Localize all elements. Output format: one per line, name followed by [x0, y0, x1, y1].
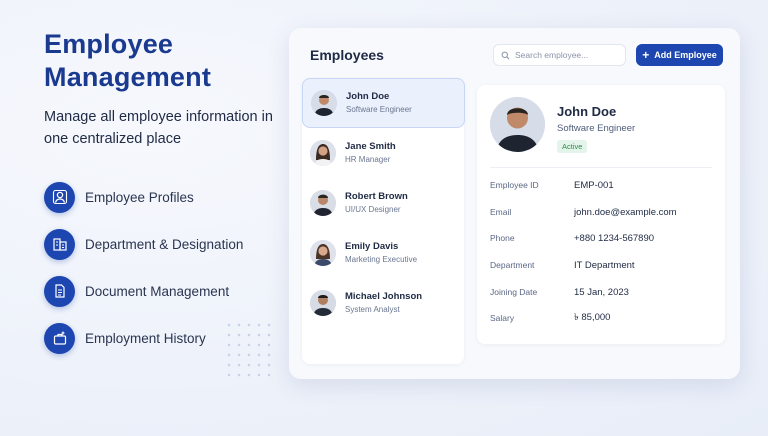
document-icon [44, 275, 75, 307]
employee-name: Robert Brown [345, 191, 408, 202]
field-label: Salary [490, 313, 515, 323]
employee-name: Jane Smith [345, 141, 396, 152]
employee-list-item[interactable]: John Doe Software Engineer [302, 78, 465, 128]
status-badge: Active [557, 140, 588, 153]
feature-employment-history: Employment History [44, 322, 243, 354]
field-label: Employee ID [490, 180, 539, 190]
plus-icon: + [642, 48, 650, 62]
avatar [310, 190, 336, 216]
field-value: ৳ 85,000 [574, 311, 611, 323]
feature-label: Employment History [85, 330, 206, 346]
feature-label: Employee Profiles [85, 189, 194, 205]
field-value: EMP-001 [574, 179, 614, 191]
divider [490, 167, 712, 168]
search-placeholder: Search employee... [515, 50, 589, 60]
hero-section: Employee Management Manage all employee … [44, 28, 284, 150]
field-label: Department [490, 260, 535, 270]
feature-label: Department & Designation [85, 236, 244, 252]
panel-title: Employees [310, 47, 384, 63]
search-input[interactable]: Search employee... [493, 44, 626, 66]
field-department: Department IT Department [490, 258, 635, 272]
avatar [310, 290, 336, 316]
employee-list-item[interactable]: Jane Smith HR Manager [302, 128, 464, 178]
avatar [490, 97, 545, 152]
employee-list-item[interactable]: Robert Brown UI/UX Designer [302, 178, 464, 228]
field-value: IT Department [574, 259, 635, 271]
field-label: Phone [490, 233, 515, 243]
org-chart-icon [44, 228, 75, 260]
field-salary: Salary ৳ 85,000 [490, 311, 610, 325]
feature-employee-profiles: Employee Profiles [44, 181, 243, 213]
employee-list-item[interactable]: Michael Johnson System Analyst [302, 278, 464, 328]
employee-list: John Doe Software Engineer Jane Smith HR… [302, 78, 465, 364]
field-label: Joining Date [490, 287, 538, 297]
feature-label: Document Management [85, 283, 230, 299]
feature-document-management: Document Management [44, 275, 243, 307]
feature-department-designation: Department & Designation [44, 228, 243, 260]
employee-role: UI/UX Designer [345, 205, 401, 214]
employees-panel: Employees Search employee... + Add Emplo… [289, 28, 740, 379]
hero-title: Employee Management [44, 29, 212, 92]
employee-name: Emily Davis [345, 241, 399, 252]
employee-role: System Analyst [345, 305, 400, 314]
detail-name: John Doe [557, 104, 617, 119]
field-value: +880 1234-567890 [574, 232, 655, 244]
employee-role: HR Manager [345, 155, 391, 164]
id-card-icon [44, 181, 75, 213]
avatar [310, 140, 336, 166]
employee-detail-card: John Doe Software Engineer Active Employ… [477, 85, 725, 344]
add-employee-label: Add Employee [654, 50, 717, 60]
employee-name: Michael Johnson [345, 291, 423, 302]
employee-list-item[interactable]: Emily Davis Marketing Executive [302, 228, 464, 278]
employee-name: John Doe [346, 91, 390, 102]
add-employee-button[interactable]: + Add Employee [636, 44, 723, 66]
field-label: Email [490, 207, 512, 217]
field-joining-date: Joining Date 15 Jan, 2023 [490, 285, 629, 299]
feature-list: Employee Profiles Department & Designati… [44, 181, 243, 369]
field-value: 15 Jan, 2023 [574, 286, 629, 298]
field-value: john.doe@example.com [574, 206, 677, 218]
avatar [311, 90, 337, 116]
decorative-dot-grid [224, 320, 272, 380]
history-icon [44, 322, 75, 354]
detail-role: Software Engineer [557, 123, 636, 134]
hero-subtitle: Manage all employee information in one c… [44, 109, 273, 147]
employee-role: Software Engineer [346, 105, 412, 114]
field-employee-id: Employee ID EMP-001 [490, 178, 614, 192]
search-icon [501, 51, 510, 59]
field-email: Email john.doe@example.com [490, 205, 677, 219]
employee-role: Marketing Executive [345, 255, 418, 264]
field-phone: Phone +880 1234-567890 [490, 231, 654, 245]
avatar [310, 240, 336, 266]
